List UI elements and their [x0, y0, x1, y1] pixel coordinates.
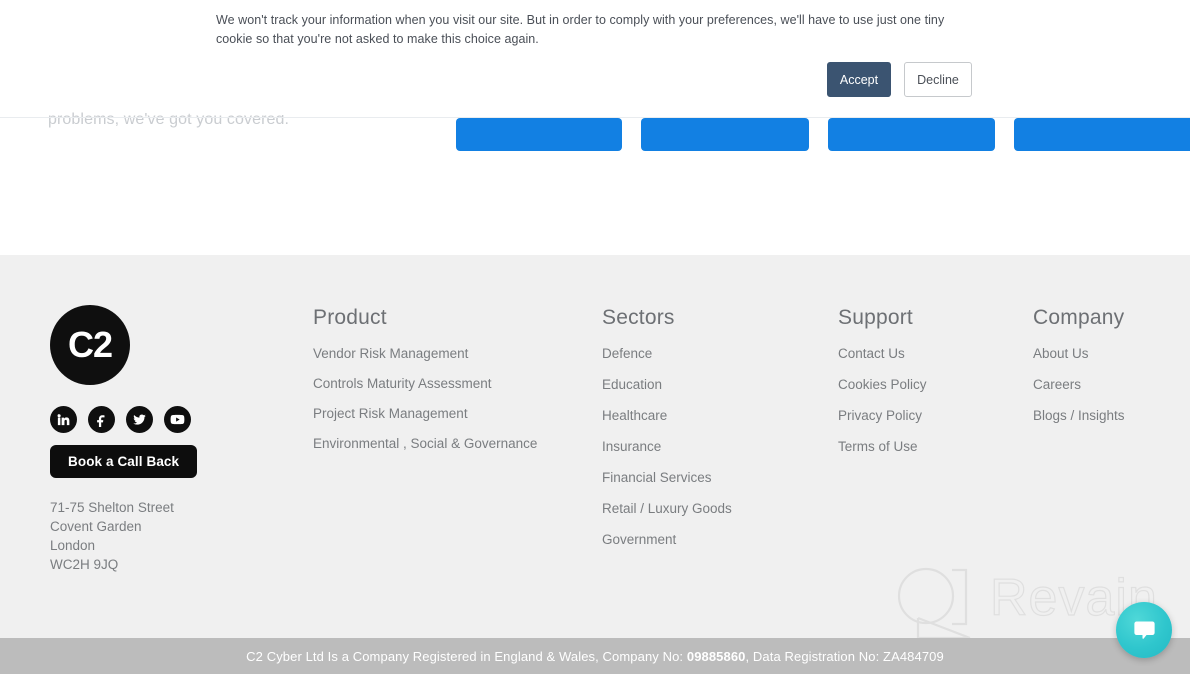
- link-defence[interactable]: Defence: [602, 345, 652, 363]
- list-item: Careers: [1033, 376, 1190, 394]
- footer-column-support: Support Contact Us Cookies Policy Privac…: [838, 307, 1028, 469]
- link-financial-services[interactable]: Financial Services: [602, 469, 712, 487]
- accept-cookies-button[interactable]: Accept: [827, 62, 891, 97]
- link-vendor-risk-management[interactable]: Vendor Risk Management: [313, 345, 468, 363]
- youtube-icon[interactable]: [164, 406, 191, 433]
- address-line-2: Covent Garden: [50, 519, 142, 534]
- list-item: Education: [602, 376, 822, 394]
- chat-widget-button[interactable]: [1116, 602, 1172, 658]
- footer-column-product: Product Vendor Risk Management Controls …: [313, 307, 573, 465]
- facebook-icon[interactable]: [88, 406, 115, 433]
- cta-button-4[interactable]: [1014, 118, 1190, 151]
- copyright-middle: , Data Registration No:: [745, 648, 884, 664]
- link-healthcare[interactable]: Healthcare: [602, 407, 667, 425]
- chat-bubble-icon: [1133, 621, 1155, 639]
- list-item: Government: [602, 531, 822, 549]
- link-contact-us[interactable]: Contact Us: [838, 345, 905, 363]
- list-item: Vendor Risk Management: [313, 345, 573, 363]
- link-retail-luxury-goods[interactable]: Retail / Luxury Goods: [602, 500, 732, 518]
- link-careers[interactable]: Careers: [1033, 376, 1081, 394]
- footer-brand-column: C2 Book a Call Back 71-75 Shelton Street…: [50, 305, 280, 574]
- column-title-product: Product: [313, 306, 387, 329]
- support-link-list: Contact Us Cookies Policy Privacy Policy…: [838, 345, 1028, 456]
- cta-button-3[interactable]: [828, 118, 995, 151]
- c2-logo[interactable]: C2: [50, 305, 130, 385]
- list-item: Financial Services: [602, 469, 822, 487]
- list-item: Contact Us: [838, 345, 1028, 363]
- cta-button-1[interactable]: [456, 118, 622, 151]
- cta-button-row: [0, 118, 1190, 152]
- link-about-us[interactable]: About Us: [1033, 345, 1089, 363]
- copyright-text: C2 Cyber Ltd Is a Company Registered in …: [246, 649, 944, 664]
- link-insurance[interactable]: Insurance: [602, 438, 661, 456]
- list-item: Blogs / Insights: [1033, 407, 1190, 425]
- footer-column-company: Company About Us Careers Blogs / Insight…: [1033, 307, 1190, 438]
- link-blogs-insights[interactable]: Blogs / Insights: [1033, 407, 1125, 425]
- column-title-company: Company: [1033, 306, 1125, 329]
- list-item: Environmental , Social & Governance: [313, 435, 573, 453]
- list-item: Terms of Use: [838, 438, 1028, 456]
- site-footer: C2 Book a Call Back 71-75 Shelton Street…: [0, 255, 1190, 640]
- footer-column-sectors: Sectors Defence Education Healthcare Ins…: [602, 307, 822, 562]
- cookie-consent-banner: We won't track your information when you…: [205, 0, 991, 115]
- company-address: 71-75 Shelton Street Covent Garden Londo…: [50, 498, 280, 574]
- column-title-sectors: Sectors: [602, 306, 675, 329]
- list-item: About Us: [1033, 345, 1190, 363]
- twitter-icon[interactable]: [126, 406, 153, 433]
- linkedin-icon[interactable]: [50, 406, 77, 433]
- list-item: Retail / Luxury Goods: [602, 500, 822, 518]
- product-link-list: Vendor Risk Management Controls Maturity…: [313, 345, 573, 453]
- column-title-support: Support: [838, 306, 913, 329]
- copyright-prefix: C2 Cyber Ltd Is a Company Registered in …: [246, 648, 687, 664]
- sectors-link-list: Defence Education Healthcare Insurance F…: [602, 345, 822, 549]
- list-item: Cookies Policy: [838, 376, 1028, 394]
- cookie-banner-message: We won't track your information when you…: [216, 13, 945, 46]
- link-environmental-social-governance[interactable]: Environmental , Social & Governance: [313, 435, 537, 453]
- link-government[interactable]: Government: [602, 531, 676, 549]
- social-links: [50, 406, 280, 433]
- decline-cookies-button[interactable]: Decline: [904, 62, 972, 97]
- address-line-4: WC2H 9JQ: [50, 557, 119, 572]
- list-item: Controls Maturity Assessment: [313, 375, 573, 393]
- link-privacy-policy[interactable]: Privacy Policy: [838, 407, 922, 425]
- list-item: Privacy Policy: [838, 407, 1028, 425]
- list-item: Defence: [602, 345, 822, 363]
- book-a-call-back-button[interactable]: Book a Call Back: [50, 445, 198, 478]
- cta-button-2[interactable]: [641, 118, 809, 151]
- list-item: Insurance: [602, 438, 822, 456]
- link-cookies-policy[interactable]: Cookies Policy: [838, 376, 927, 394]
- copyright-bar: C2 Cyber Ltd Is a Company Registered in …: [0, 638, 1190, 674]
- company-number: 09885860: [686, 648, 746, 664]
- cookie-banner-actions: Accept Decline: [827, 62, 972, 97]
- link-project-risk-management[interactable]: Project Risk Management: [313, 405, 468, 423]
- address-line-1: 71-75 Shelton Street: [50, 500, 174, 515]
- list-item: Project Risk Management: [313, 405, 573, 423]
- link-education[interactable]: Education: [602, 376, 662, 394]
- company-link-list: About Us Careers Blogs / Insights: [1033, 345, 1190, 425]
- link-terms-of-use[interactable]: Terms of Use: [838, 438, 918, 456]
- list-item: Healthcare: [602, 407, 822, 425]
- address-line-3: London: [50, 538, 96, 553]
- logo-text: C2: [67, 324, 113, 365]
- data-registration-number: ZA484709: [883, 648, 944, 664]
- link-controls-maturity-assessment[interactable]: Controls Maturity Assessment: [313, 375, 492, 393]
